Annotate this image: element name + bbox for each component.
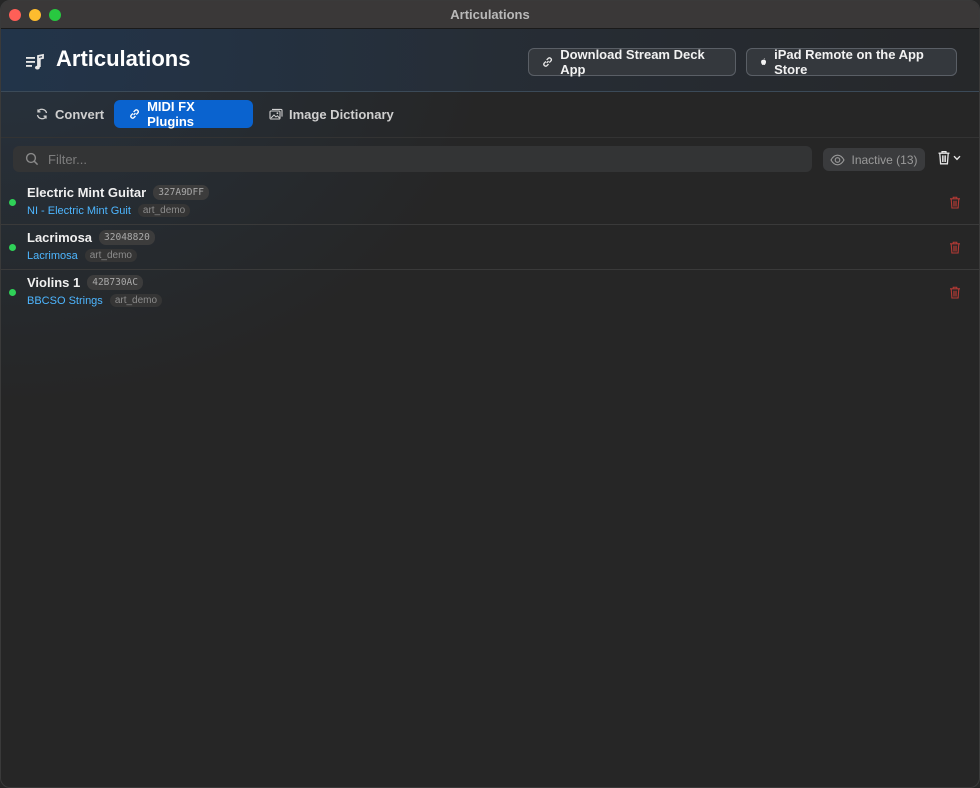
delete-plugin-icon[interactable] <box>949 241 961 254</box>
download-stream-deck-label: Download Stream Deck App <box>560 47 705 77</box>
search-icon <box>25 152 39 166</box>
active-status-dot <box>9 289 16 296</box>
app-header: Articulations Download Stream Deck App i… <box>1 29 979 92</box>
instrument-name: NI - Electric Mint Guit <box>27 204 131 217</box>
trash-icon <box>938 151 950 165</box>
plugin-row[interactable]: Violins 1 42B730AC BBCSO Strings art_dem… <box>1 270 979 315</box>
filter-input[interactable] <box>48 151 788 167</box>
plugin-tag: art_demo <box>109 294 163 307</box>
plugin-row[interactable]: Electric Mint Guitar 327A9DFF NI - Elect… <box>1 180 979 225</box>
photos-icon <box>269 108 283 120</box>
delete-plugin-icon[interactable] <box>949 286 961 299</box>
app-window: Articulations Articulations Download Str… <box>0 0 980 788</box>
download-stream-deck-button[interactable]: Download Stream Deck App <box>528 47 736 77</box>
tab-image-dictionary-label: Image Dictionary <box>289 106 394 122</box>
refresh-icon <box>36 108 48 120</box>
instrument-name: Lacrimosa <box>27 249 78 262</box>
tab-image-dictionary[interactable]: Image Dictionary <box>255 100 408 128</box>
plugin-list: Electric Mint Guitar 327A9DFF NI - Elect… <box>1 180 979 315</box>
plugin-name: Lacrimosa <box>27 230 93 245</box>
link-icon <box>543 57 553 67</box>
plugin-name: Electric Mint Guitar <box>27 185 147 200</box>
inactive-count-label: Inactive (13) <box>851 152 918 167</box>
instrument-name: BBCSO Strings <box>27 294 103 307</box>
tab-convert-label: Convert <box>55 106 105 122</box>
plugin-tag: art_demo <box>137 204 191 217</box>
window-title: Articulations <box>450 7 530 22</box>
tab-midi-fx-plugins[interactable]: MIDI FX Plugins <box>114 99 253 129</box>
plugin-tag: art_demo <box>84 249 137 262</box>
page-title: Articulations <box>56 46 191 71</box>
title-bar: Articulations <box>1 1 979 29</box>
tab-convert[interactable]: Convert <box>21 100 118 128</box>
ipad-remote-label: iPad Remote on the App Store <box>774 47 924 77</box>
music-list-icon <box>26 53 44 70</box>
delete-plugin-icon[interactable] <box>949 196 961 209</box>
active-status-dot <box>9 199 16 206</box>
show-inactive-toggle[interactable]: Inactive (13) <box>823 148 925 171</box>
eye-icon <box>830 154 846 165</box>
plugin-id-badge: 32048820 <box>99 230 155 245</box>
chevron-down-icon <box>953 155 961 160</box>
plugin-id-badge: 42B730AC <box>87 275 143 290</box>
delete-menu-button[interactable] <box>937 150 961 165</box>
tab-bar: Convert MIDI FX Plugins Image Dictionary <box>1 92 979 138</box>
filter-field[interactable] <box>13 146 812 172</box>
active-status-dot <box>9 244 16 251</box>
tab-midi-fx-plugins-label: MIDI FX Plugins <box>147 99 195 129</box>
plugin-id-badge: 327A9DFF <box>153 185 209 200</box>
filter-bar: Inactive (13) <box>1 138 979 180</box>
plugin-row[interactable]: Lacrimosa 32048820 Lacrimosa art_demo <box>1 225 979 270</box>
apple-logo-icon <box>761 58 767 65</box>
ipad-remote-button[interactable]: iPad Remote on the App Store <box>746 47 957 77</box>
link-icon <box>130 109 139 119</box>
plugin-name: Violins 1 <box>27 275 81 290</box>
